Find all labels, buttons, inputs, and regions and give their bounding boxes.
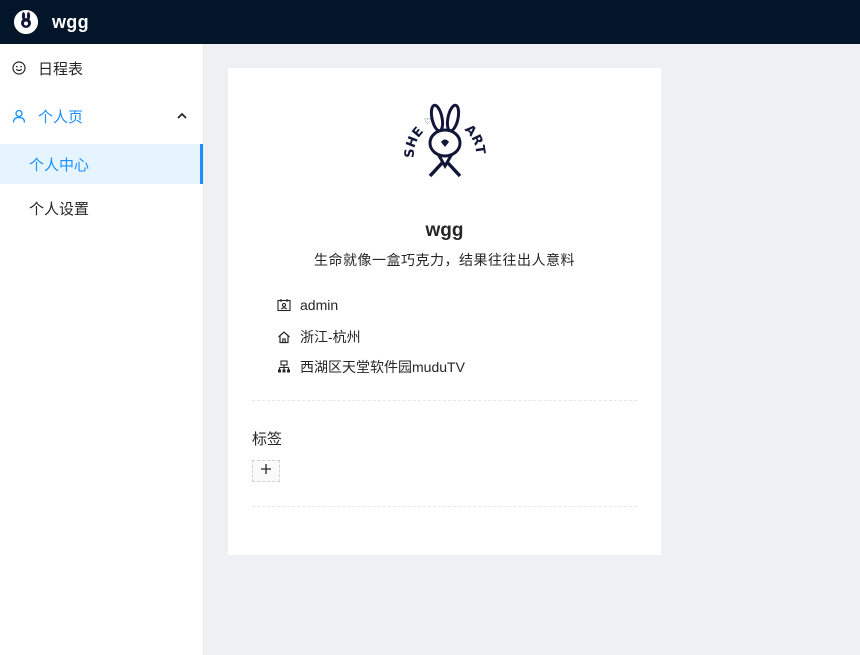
cluster-icon [277, 360, 291, 374]
home-icon [277, 330, 291, 344]
sidebar-item-personal[interactable]: 个人页 [0, 96, 203, 136]
info-text: admin [300, 297, 339, 313]
sidebar-item-label: 日程表 [38, 60, 84, 78]
contacts-icon [277, 298, 291, 312]
info-location: 浙江-杭州 [277, 327, 361, 347]
sidebar: 日程表 个人页 个人中心 个人设置 [0, 44, 204, 655]
sidebar-item-label: 个人中心 [29, 156, 90, 174]
avatar: SHE ART ♡ [400, 102, 490, 186]
info-account: admin [277, 297, 338, 313]
sidebar-item-schedule[interactable]: 日程表 [0, 48, 203, 88]
info-text: 浙江-杭州 [300, 329, 361, 345]
add-tag-button[interactable] [252, 460, 280, 482]
plus-icon [260, 462, 272, 480]
chevron-up-icon[interactable] [177, 112, 187, 120]
app-title[interactable]: wgg [52, 12, 89, 33]
svg-text:♡: ♡ [424, 117, 431, 126]
sidebar-item-label: 个人设置 [29, 200, 90, 218]
avatar-logo-text: ART [461, 122, 487, 155]
tags-title: 标签 [252, 431, 283, 448]
svg-text:ART: ART [461, 122, 487, 155]
profile-card: SHE ART ♡ wgg 生命就像一盒巧克力，结果往往出人意料 admin 浙… [228, 68, 661, 555]
sidebar-item-profile-settings[interactable]: 个人设置 [0, 188, 203, 228]
top-bar: wgg [0, 0, 860, 44]
rabbit-logo-icon[interactable] [14, 10, 38, 34]
sidebar-item-label: 个人页 [38, 108, 84, 126]
sidebar-item-profile-center[interactable]: 个人中心 [0, 144, 203, 184]
user-icon [12, 109, 26, 123]
profile-motto: 生命就像一盒巧克力，结果往往出人意料 [314, 252, 575, 268]
profile-name: wgg [425, 220, 464, 241]
smile-icon [12, 61, 26, 75]
svg-text:SHE: SHE [403, 124, 427, 158]
divider [252, 400, 637, 401]
avatar-logo-text: SHE [403, 124, 427, 158]
divider [252, 506, 637, 507]
info-organization: 西湖区天堂软件园muduTV [277, 357, 465, 377]
info-text: 西湖区天堂软件园muduTV [300, 359, 465, 375]
